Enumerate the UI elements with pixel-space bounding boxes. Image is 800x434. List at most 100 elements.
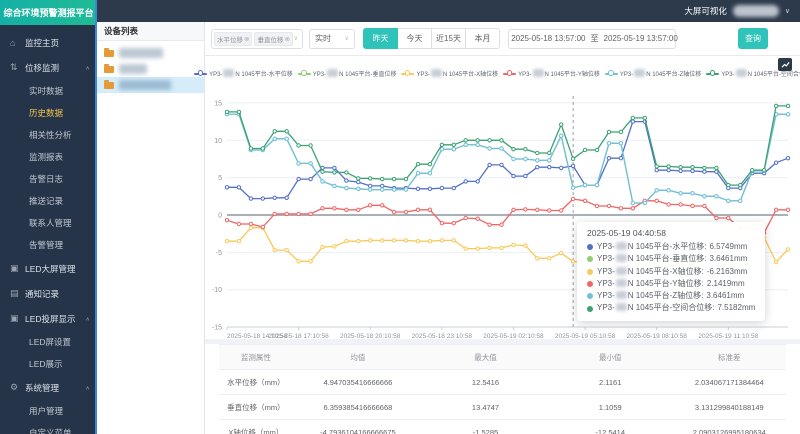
series-dot-icon <box>587 244 593 251</box>
legend-marker-dot <box>709 70 716 76</box>
stats-cell: 3.131299840188149 <box>672 394 786 420</box>
range-button-last-15-days[interactable]: 近15天 <box>431 28 466 49</box>
svg-text:2025-05-19 05:10:58: 2025-05-19 05:10:58 <box>555 333 616 339</box>
series-dot-icon <box>587 256 593 263</box>
tooltip-series-value: 3.6461mm <box>706 291 745 301</box>
stats-cell: 13.4747 <box>423 394 548 420</box>
legend-marker-dot <box>506 70 513 76</box>
redacted-text <box>615 278 627 287</box>
series-dot-icon <box>587 305 593 312</box>
device-list-item-1[interactable] <box>97 45 204 61</box>
stats-cell: 2.0903126995180634 <box>672 419 786 434</box>
quick-range-group: 昨天 今天 近15天 本月 <box>363 28 500 49</box>
sidebar-item-correlation-analysis[interactable]: 相关性分析 <box>0 124 97 146</box>
legend-marker-dot <box>197 70 203 76</box>
sidebar-item-monitor-report[interactable]: 监测报表 <box>0 146 97 168</box>
sidebar-item-label: 系统管理 <box>25 382 60 393</box>
series-dot-icon <box>587 293 593 300</box>
chart-type-toggle-button[interactable] <box>778 58 792 71</box>
redacted-text <box>615 266 627 275</box>
legend-marker-icon <box>194 70 208 76</box>
sidebar-item-system-management[interactable]: ⚙ 系统管理 ∧ <box>0 375 97 400</box>
sidebar-item-label: LED投屏显示 <box>25 313 76 324</box>
sidebar-item-custom-menu[interactable]: 自定义菜单 <box>0 422 97 434</box>
range-button-this-month[interactable]: 本月 <box>465 28 500 49</box>
chevron-down-icon[interactable]: ∨ <box>785 7 790 15</box>
tooltip-series-name: YP3- N 1045平台-Y轴位移: <box>597 278 704 288</box>
tag-close-icon[interactable]: ⊗ <box>244 35 249 43</box>
device-list-item-2[interactable] <box>97 61 204 77</box>
sidebar-item-notice-record[interactable]: ▤ 通知记录 <box>0 281 97 306</box>
svg-text:5: 5 <box>218 175 222 182</box>
legend-item-4[interactable]: YP3- N 1045平台-Y轴位移 <box>503 69 600 78</box>
sidebar-item-realtime-data[interactable]: 实时数据 <box>0 80 97 102</box>
chevron-up-icon: ∧ <box>85 385 90 391</box>
legend-label: YP3- N 1045平台-Y轴位移 <box>518 69 600 78</box>
query-button[interactable]: 查询 <box>738 28 768 49</box>
redacted-text <box>532 69 544 77</box>
username-redacted[interactable] <box>732 5 779 17</box>
folder-icon <box>104 80 114 89</box>
chart-legend: YP3- N 1045平台-水平位移 YP3- N 1045平台-垂直位移 YP3- N … <box>194 56 800 78</box>
legend-label: YP3- N 1045平台-Z轴位移 <box>620 69 701 78</box>
redacted-text <box>615 291 627 300</box>
range-button-yesterday[interactable]: 昨天 <box>363 28 398 49</box>
legend-item-2[interactable]: YP3- N 1045平台-垂直位移 <box>297 69 396 78</box>
redacted-text <box>634 69 646 77</box>
sidebar-item-alarm-log[interactable]: 告警日志 <box>0 168 97 190</box>
device-panel-title: 设备列表 <box>97 22 204 41</box>
sidebar-item-led-screen-management[interactable]: ▣ LED大屏管理 <box>0 256 97 281</box>
stats-cell: 2.034067171384464 <box>672 369 786 395</box>
table-row: X轴位移（mm） -4.7936104166666675 -1.5285 -12.54… <box>219 419 786 434</box>
topbar: 大屏可视化 ∨ <box>97 0 800 22</box>
chevron-up-icon: ∧ <box>85 316 90 322</box>
redacted-text <box>430 69 442 77</box>
legend-item-5[interactable]: YP3- N 1045平台-Z轴位移 <box>604 69 701 78</box>
tooltip-row-5: YP3- N 1045平台-Z轴位移: 3.6461mm <box>587 290 755 302</box>
visualization-link[interactable]: 大屏可视化 <box>684 5 727 17</box>
interval-select[interactable]: 实时 ∨ <box>309 28 355 49</box>
sidebar-item-led-screen-settings[interactable]: LED屏设置 <box>0 331 97 353</box>
stats-cell: -1.5285 <box>423 419 548 434</box>
sidebar-item-history-data[interactable]: 历史数据 <box>0 102 97 124</box>
folder-icon <box>104 64 114 73</box>
sidebar-item-led-display[interactable]: LED展示 <box>0 353 97 375</box>
stats-cell: -12.5414 <box>547 419 673 434</box>
redacted-device-name <box>119 64 147 74</box>
sidebar-item-user-management[interactable]: 用户管理 <box>0 400 97 422</box>
metric-tag[interactable]: 垂直位移 ⊗ <box>254 31 293 46</box>
legend-item-1[interactable]: YP3- N 1045平台-水平位移 <box>194 69 293 78</box>
metric-tag[interactable]: 水平位移 ⊗ <box>214 31 253 46</box>
page-root: 综合环境预警测报平台 ⌂ 监控主页 ⇅ 位移监测 ∧ 实时数据 历史数据 相关性分析 监测报表告… <box>0 0 800 434</box>
screen-icon: ▣ <box>10 313 19 323</box>
redacted-text <box>327 69 339 77</box>
range-button-today[interactable]: 今天 <box>397 28 432 49</box>
sidebar-item-contact-management[interactable]: 联系人管理 <box>0 212 97 234</box>
legend-item-3[interactable]: YP3- N 1045平台-X轴位移 <box>401 69 498 78</box>
metric-chips: 水平位移 ⊗ 垂直位移 ⊗ <box>214 31 294 46</box>
chevron-down-icon: ∨ <box>344 36 349 42</box>
tooltip-series-name: YP3- N 1045平台-X轴位移: <box>597 266 704 276</box>
stats-body: 水平位移（mm） 4.947035416666666 12.5416 2.1161 2.… <box>219 369 786 434</box>
sidebar-item-alarm-management[interactable]: 告警管理 <box>0 234 97 256</box>
chevron-down-icon: ∨ <box>293 36 298 42</box>
metric-multiselect[interactable]: 水平位移 ⊗ 垂直位移 ⊗ ∨ <box>211 28 303 49</box>
tooltip-series-name: YP3- N 1045平台-Z轴位移: <box>597 291 704 301</box>
sidebar-item-push-record[interactable]: 推送记录 <box>0 190 97 212</box>
device-list-item-3[interactable] <box>97 77 204 93</box>
stats-cell: 2.1161 <box>547 369 673 395</box>
redacted-device-name <box>119 48 163 58</box>
stats-cell: 12.5416 <box>423 369 548 395</box>
date-range-picker[interactable]: 2025-05-18 13:57:00 至 2025-05-19 13:57:0… <box>508 28 678 49</box>
tag-close-icon[interactable]: ⊗ <box>284 35 289 43</box>
sidebar-item-led-cast-display[interactable]: ▣ LED投屏显示 ∧ <box>0 306 97 331</box>
sidebar-item-displacement-monitor[interactable]: ⇅ 位移监测 ∧ <box>0 55 97 80</box>
stats-col-header: 监测属性 <box>219 344 293 370</box>
redacted-text <box>615 303 627 312</box>
svg-text:-15: -15 <box>212 325 222 332</box>
redacted-device-name <box>119 80 171 90</box>
redacted-text <box>615 242 627 250</box>
device-list <box>97 41 204 93</box>
sidebar-item-monitor-home[interactable]: ⌂ 监控主页 <box>0 30 97 55</box>
svg-text:0: 0 <box>218 213 222 220</box>
